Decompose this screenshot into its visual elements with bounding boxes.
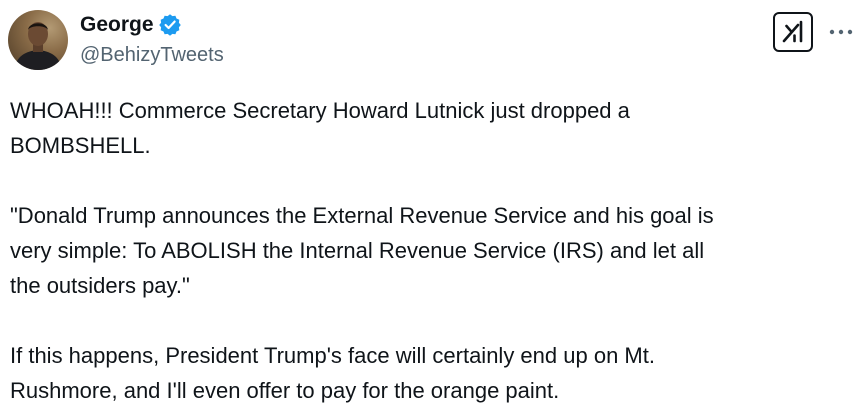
profile-photo-icon [14, 22, 62, 70]
avatar[interactable] [8, 10, 68, 70]
tweet-paragraph: If this happens, President Trump's face … [10, 343, 655, 403]
grok-icon[interactable] [773, 12, 813, 52]
tweet-paragraph: WHOAH!!! Commerce Secretary Howard Lutni… [10, 98, 630, 158]
author-name-row: George [80, 12, 181, 38]
tweet-paragraph: "Donald Trump announces the External Rev… [10, 203, 714, 298]
author-display-name[interactable]: George [80, 12, 154, 38]
tweet-text: WHOAH!!! Commerce Secretary Howard Lutni… [10, 93, 850, 408]
author-handle[interactable]: @BehizyTweets [80, 42, 224, 68]
tweet-card: George @BehizyTweets WHOAH!!! Commerce S… [0, 0, 858, 415]
verified-badge-icon[interactable] [158, 14, 181, 36]
more-options-icon[interactable] [826, 20, 856, 44]
